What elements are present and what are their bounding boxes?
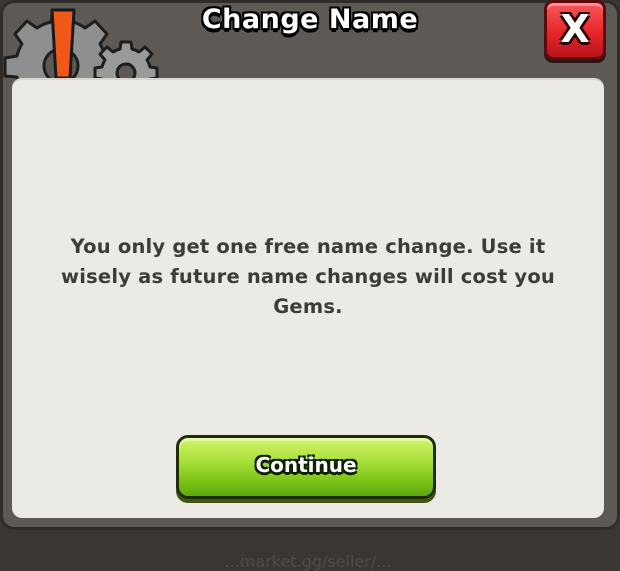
continue-label: Continue — [255, 453, 357, 477]
change-name-dialog: Change Name X You only get one free name… — [0, 0, 620, 571]
watermark: ...market.gg/seller/... — [224, 552, 392, 571]
dialog-message: You only get one free name change. Use i… — [60, 235, 556, 318]
dialog-title: Change Name — [201, 4, 419, 35]
close-icon: X — [560, 7, 590, 51]
content-panel: You only get one free name change. Use i… — [12, 78, 604, 571]
close-button[interactable]: X — [544, 0, 606, 60]
continue-button[interactable]: Continue — [176, 435, 436, 499]
